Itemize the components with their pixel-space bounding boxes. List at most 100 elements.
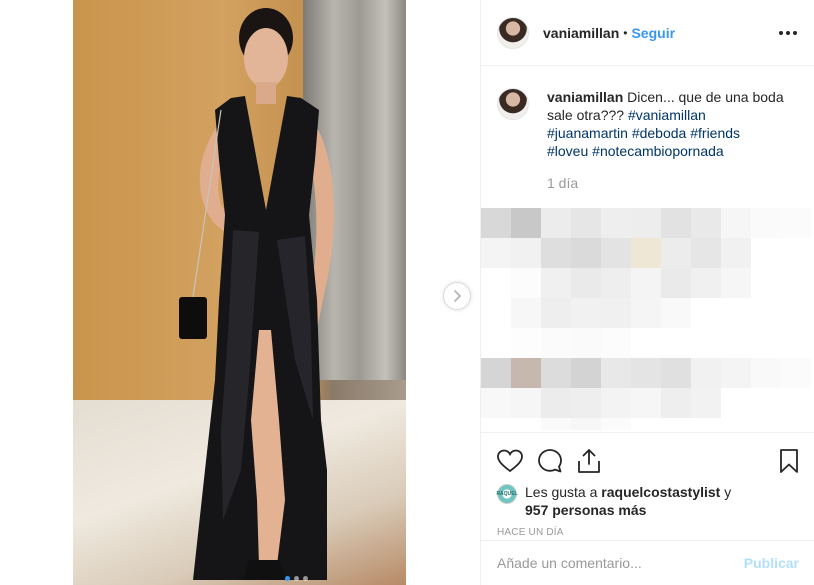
carousel-dot xyxy=(294,576,299,581)
pixel-cell xyxy=(781,298,811,328)
more-options-button[interactable] xyxy=(778,30,798,35)
likes-count-link[interactable]: 957 personas más xyxy=(525,502,646,518)
pixel-cell xyxy=(571,388,601,418)
pixel-cell xyxy=(571,268,601,298)
pixel-cell xyxy=(481,238,511,268)
pixel-cell xyxy=(751,328,781,358)
hashtag-link[interactable]: #deboda xyxy=(632,125,687,141)
pixel-cell xyxy=(511,298,541,328)
pixel-cell xyxy=(541,268,571,298)
caption-author-avatar[interactable] xyxy=(497,88,529,120)
share-button[interactable] xyxy=(577,441,617,481)
post-actions: RAQUEL Les gusta a raquelcostastylist y … xyxy=(481,432,814,540)
pixel-cell xyxy=(571,238,601,268)
author-avatar[interactable] xyxy=(497,16,529,49)
pixel-cell xyxy=(691,388,721,418)
pixel-cell xyxy=(631,268,661,298)
post-media xyxy=(0,0,478,585)
heart-icon xyxy=(497,449,523,473)
pixel-cell xyxy=(631,328,661,358)
liker-avatar[interactable]: RAQUEL xyxy=(496,484,518,504)
more-horizontal-icon xyxy=(779,30,783,35)
pixel-cell xyxy=(631,208,661,238)
hashtag-link[interactable]: #vaniamillan xyxy=(628,107,706,123)
carousel-next-button[interactable] xyxy=(443,282,471,310)
pixel-cell xyxy=(601,418,631,430)
header-separator: • xyxy=(623,25,628,40)
pixel-cell xyxy=(721,418,751,430)
pixel-cell xyxy=(751,208,781,238)
pixel-cell xyxy=(691,298,721,328)
pixel-cell xyxy=(481,208,511,238)
bookmark-icon xyxy=(780,449,798,473)
pixel-cell xyxy=(721,388,751,418)
pixel-cell xyxy=(721,268,751,298)
post-side-panel: vaniamillan • Seguir vaniamillan Dicen..… xyxy=(480,0,814,585)
pixel-cell xyxy=(571,298,601,328)
hashtag-link[interactable]: #friends xyxy=(690,125,740,141)
pixel-cell xyxy=(661,418,691,430)
post-timestamp[interactable]: HACE UN DÍA xyxy=(497,527,799,538)
hashtag-link[interactable]: #loveu xyxy=(547,143,588,159)
pixel-cell xyxy=(481,418,511,430)
pixel-cell xyxy=(721,208,751,238)
like-button[interactable] xyxy=(497,441,537,481)
author-username[interactable]: vaniamillan xyxy=(543,25,619,41)
comment-button[interactable] xyxy=(537,441,577,481)
pixel-cell xyxy=(781,268,811,298)
pixel-cell xyxy=(481,388,511,418)
post-photo[interactable] xyxy=(73,0,406,585)
chevron-right-icon xyxy=(454,290,461,302)
pixel-cell xyxy=(751,418,781,430)
pixel-cell xyxy=(511,418,541,430)
pixel-cell xyxy=(601,298,631,328)
caption-timestamp[interactable]: 1 día xyxy=(547,174,797,192)
pixel-cell xyxy=(781,208,811,238)
hashtag-link[interactable]: #notecambioporn​ada xyxy=(592,143,724,159)
pixel-cell xyxy=(721,358,751,388)
pixel-cell xyxy=(541,388,571,418)
pixel-cell xyxy=(661,298,691,328)
pixel-cell xyxy=(781,358,811,388)
publish-button[interactable]: Publicar xyxy=(744,555,799,571)
pixel-cell xyxy=(511,238,541,268)
pixel-cell xyxy=(571,328,601,358)
pixel-cell xyxy=(511,328,541,358)
pixel-cell xyxy=(601,238,631,268)
pixel-cell xyxy=(781,238,811,268)
hashtag-link[interactable]: #juanamartin xyxy=(547,125,628,141)
pixel-cell xyxy=(601,358,631,388)
pixel-cell xyxy=(691,238,721,268)
carousel-dot xyxy=(303,576,308,581)
pixel-cell xyxy=(661,208,691,238)
pixel-cell xyxy=(721,328,751,358)
share-icon xyxy=(578,449,600,473)
likes-conjunction: y xyxy=(724,484,732,500)
pixel-cell xyxy=(751,268,781,298)
likes-summary: RAQUEL Les gusta a raquelcostastylist y … xyxy=(496,483,799,519)
pixel-cell xyxy=(721,238,751,268)
caption-username[interactable]: vaniamillan xyxy=(547,89,623,105)
comment-input[interactable] xyxy=(497,555,744,571)
more-horizontal-icon xyxy=(793,30,797,35)
pixel-cell xyxy=(721,298,751,328)
pixel-cell xyxy=(631,358,661,388)
pixelated-comments-grid xyxy=(481,208,814,430)
pixel-cell xyxy=(601,268,631,298)
save-button[interactable] xyxy=(759,441,799,481)
pixel-cell xyxy=(571,208,601,238)
pixel-cell xyxy=(541,358,571,388)
pixel-cell xyxy=(751,388,781,418)
pixel-cell xyxy=(631,238,661,268)
pixel-cell xyxy=(631,298,661,328)
pixel-cell xyxy=(661,238,691,268)
liker-username[interactable]: raquelcostastylist xyxy=(601,484,720,500)
pixel-cell xyxy=(691,358,721,388)
pixel-cell xyxy=(601,388,631,418)
pixel-cell xyxy=(661,388,691,418)
pixel-cell xyxy=(481,268,511,298)
follow-button[interactable]: Seguir xyxy=(631,25,675,41)
pixel-cell xyxy=(631,418,661,430)
comment-icon xyxy=(538,449,562,473)
pixel-cell xyxy=(571,358,601,388)
